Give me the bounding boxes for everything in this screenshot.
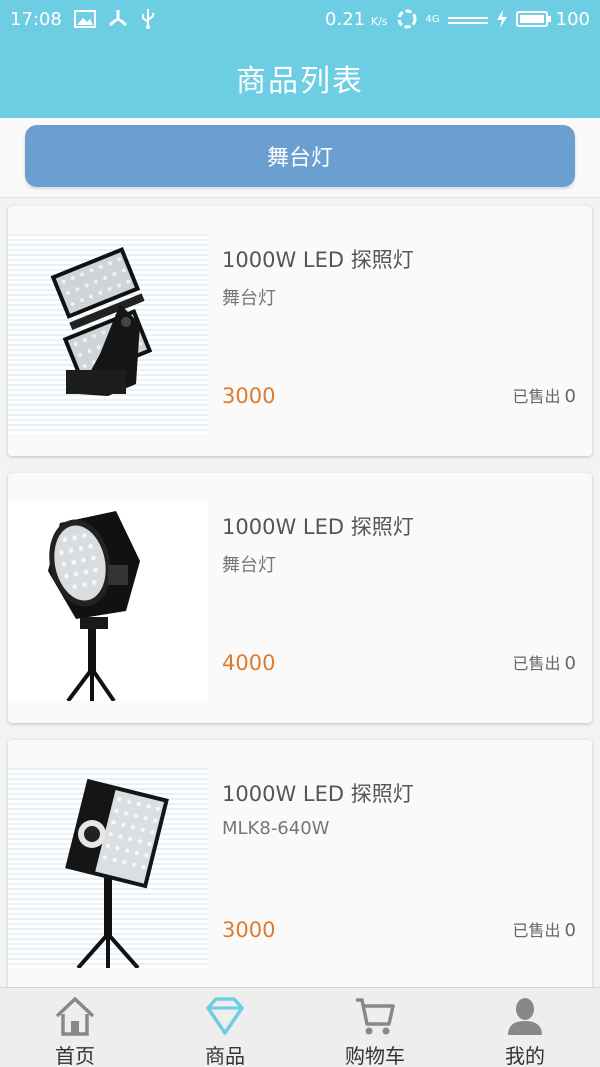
- product-price: 3000: [222, 384, 276, 408]
- product-card[interactable]: 1000W LED 探照灯 舞台灯 3000 已售出 0: [8, 206, 592, 456]
- charging-icon: [496, 10, 508, 28]
- status-time: 17:08: [10, 8, 62, 30]
- cart-icon: [353, 994, 397, 1038]
- sold-label: 已售出: [512, 654, 561, 673]
- product-category: 舞台灯: [222, 288, 276, 309]
- product-model: MLK8-640W: [222, 818, 330, 839]
- network-type: 4G: [425, 13, 440, 25]
- signal-icon: [447, 12, 488, 26]
- battery-level: 100: [555, 8, 590, 30]
- sold-count: 0: [564, 653, 576, 674]
- product-image-panel-light: [8, 768, 208, 968]
- battery-icon: [515, 11, 551, 27]
- product-sold: 已售出 0: [513, 650, 576, 674]
- product-sold: 已售出 0: [513, 383, 576, 407]
- image-notification-icon: [73, 10, 96, 28]
- sold-count: 0: [564, 920, 576, 941]
- status-bar: 17:08 0.21 K/s 4G 100: [0, 0, 600, 38]
- product-sold: 已售出 0: [513, 917, 576, 941]
- tab-label: 首页: [55, 1044, 95, 1067]
- diamond-icon: [203, 994, 247, 1038]
- product-category: 舞台灯: [222, 555, 276, 576]
- tab-products[interactable]: 商品: [150, 988, 300, 1067]
- tab-label: 购物车: [345, 1044, 405, 1067]
- product-card[interactable]: 1000W LED 探照灯 MLK8-640W 3000 已售出 0: [8, 740, 592, 987]
- product-card[interactable]: 1000W LED 探照灯 舞台灯 4000 已售出 0: [8, 473, 592, 723]
- product-name: 1000W LED 探照灯: [222, 515, 414, 539]
- tab-home[interactable]: 首页: [0, 988, 150, 1067]
- product-price: 4000: [222, 651, 276, 675]
- product-name: 1000W LED 探照灯: [222, 782, 414, 806]
- product-price: 3000: [222, 918, 276, 942]
- category-bar: 舞台灯: [0, 118, 600, 198]
- tab-label: 我的: [505, 1044, 545, 1067]
- tab-cart[interactable]: 购物车: [300, 988, 450, 1067]
- sold-label: 已售出: [512, 387, 561, 406]
- category-button[interactable]: 舞台灯: [25, 125, 575, 187]
- tab-label: 商品: [205, 1044, 245, 1067]
- product-name: 1000W LED 探照灯: [222, 248, 414, 272]
- page-title: 商品列表: [236, 64, 364, 99]
- product-image-searchlight: [8, 501, 208, 701]
- usb-icon: [140, 8, 156, 30]
- fan-icon: [108, 9, 128, 29]
- tab-profile[interactable]: 我的: [450, 988, 600, 1067]
- sold-label: 已售出: [512, 921, 561, 940]
- product-image-floodlight: [8, 234, 208, 434]
- home-icon: [53, 994, 97, 1038]
- person-icon: [503, 994, 547, 1038]
- product-list: 1000W LED 探照灯 舞台灯 3000 已售出 0 1000W LED 探照…: [0, 198, 600, 987]
- network-speed: 0.21 K/s: [325, 8, 388, 30]
- sync-icon: [396, 8, 418, 30]
- header: 商品列表: [0, 38, 600, 118]
- sold-count: 0: [564, 386, 576, 407]
- bottom-tab-bar: 首页 商品 购物车 我的: [0, 987, 600, 1067]
